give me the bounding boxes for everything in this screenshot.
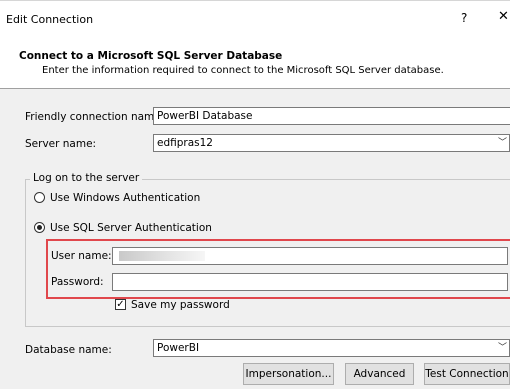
save-password-checkbox[interactable]: ✓	[115, 299, 126, 310]
sql-auth-label[interactable]: Use SQL Server Authentication	[50, 222, 212, 234]
header-subtitle: Enter the information required to connec…	[42, 65, 444, 76]
test-connection-button[interactable]: Test Connection	[424, 363, 510, 385]
impersonation-button[interactable]: Impersonation...	[243, 363, 334, 385]
dialog-header: Connect to a Microsoft SQL Server Databa…	[0, 34, 510, 89]
password-label: Password:	[51, 276, 104, 288]
close-button[interactable]: ✕	[498, 9, 509, 24]
database-name-label: Database name:	[25, 344, 112, 356]
friendly-name-value: PowerBI Database	[157, 110, 253, 122]
help-button[interactable]: ?	[461, 11, 467, 25]
username-input[interactable]	[112, 247, 508, 265]
window-title: Edit Connection	[6, 13, 94, 26]
username-label: User name:	[51, 250, 112, 262]
redacted-username	[119, 251, 205, 261]
header-title: Connect to a Microsoft SQL Server Databa…	[19, 50, 283, 62]
friendly-name-input[interactable]: PowerBI Database	[153, 107, 510, 125]
server-name-combobox[interactable]: edfipras12 ﹀	[153, 134, 510, 152]
windows-auth-label[interactable]: Use Windows Authentication	[50, 192, 200, 204]
checkmark-icon: ✓	[116, 299, 125, 310]
windows-auth-radio[interactable]	[34, 192, 45, 203]
logon-group-label: Log on to the server	[30, 172, 143, 184]
sql-auth-radio[interactable]	[34, 222, 45, 233]
server-name-label: Server name:	[25, 138, 97, 150]
database-name-value: PowerBI	[157, 342, 200, 354]
advanced-button[interactable]: Advanced	[345, 363, 414, 385]
title-bar: Edit Connection ? ✕	[0, 0, 510, 35]
password-input[interactable]	[112, 273, 508, 291]
chevron-down-icon[interactable]: ﹀	[498, 340, 507, 356]
save-password-label[interactable]: Save my password	[131, 299, 230, 311]
server-name-value: edfipras12	[157, 137, 213, 149]
chevron-down-icon[interactable]: ﹀	[498, 135, 507, 151]
friendly-name-label: Friendly connection name:	[25, 111, 165, 123]
database-name-combobox[interactable]: PowerBI ﹀	[153, 339, 510, 357]
